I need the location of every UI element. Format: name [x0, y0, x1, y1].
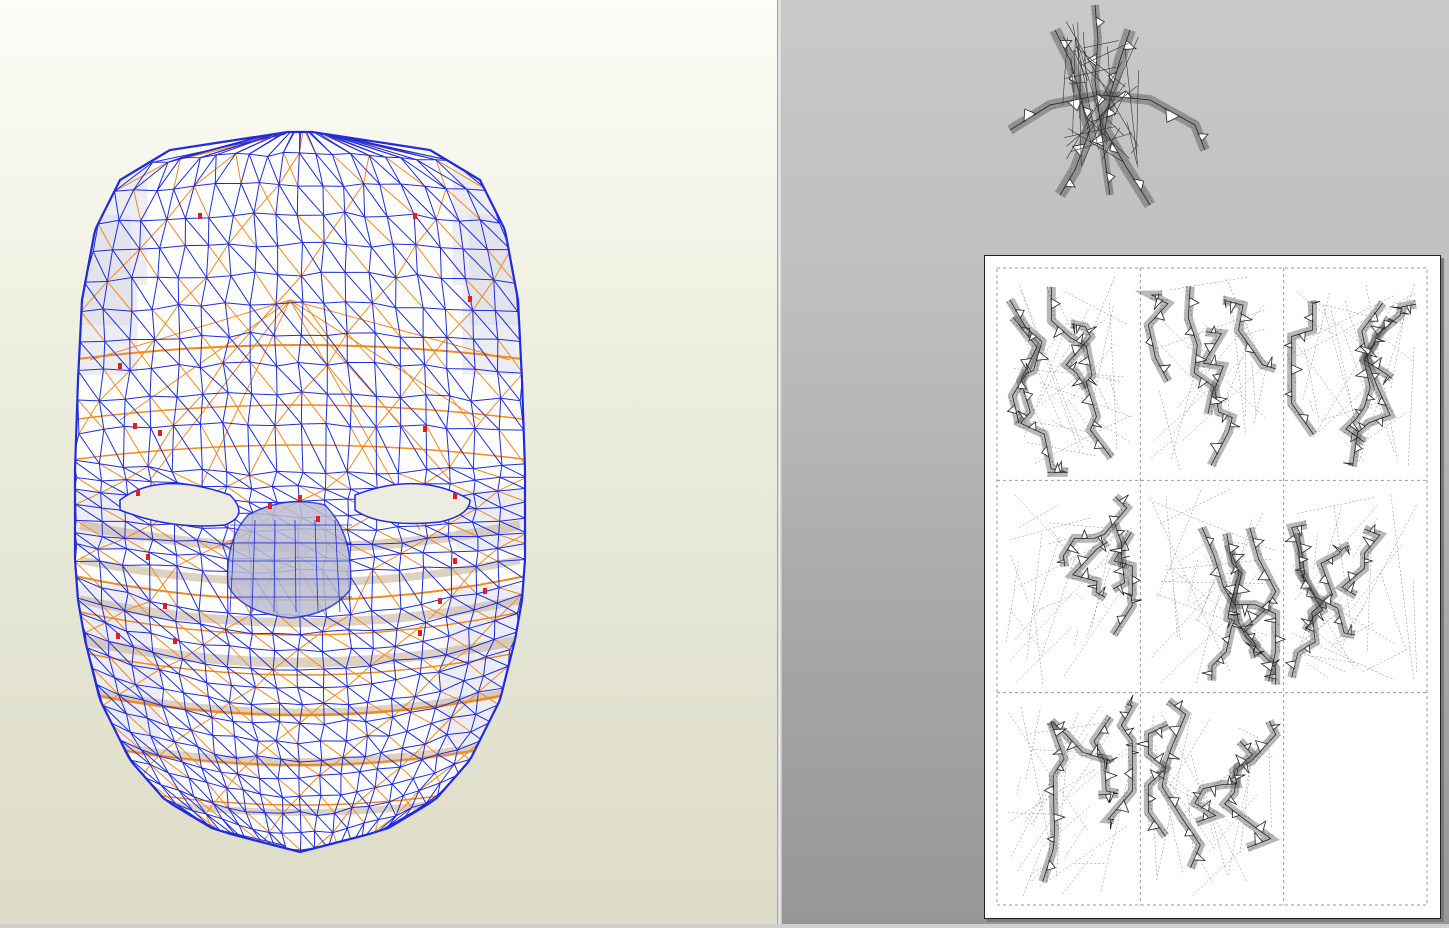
- page-cell[interactable]: [1006, 277, 1131, 477]
- 3d-model-viewport[interactable]: [0, 0, 777, 924]
- page-cell[interactable]: [1137, 701, 1280, 896]
- page-cell[interactable]: [1284, 282, 1416, 467]
- print-page[interactable]: [984, 255, 1441, 919]
- mask-wireframe-icon[interactable]: [0, 0, 777, 924]
- page-cell[interactable]: [1285, 493, 1416, 680]
- page-cell[interactable]: [1008, 695, 1139, 896]
- unfolded-part-preview: [1000, 0, 1215, 230]
- page-cell[interactable]: [1006, 493, 1142, 684]
- page-layout: [985, 256, 1440, 918]
- page-cell[interactable]: [1149, 489, 1285, 685]
- thorn-crown-icon[interactable]: [1000, 0, 1215, 230]
- page-cell[interactable]: [1144, 277, 1276, 470]
